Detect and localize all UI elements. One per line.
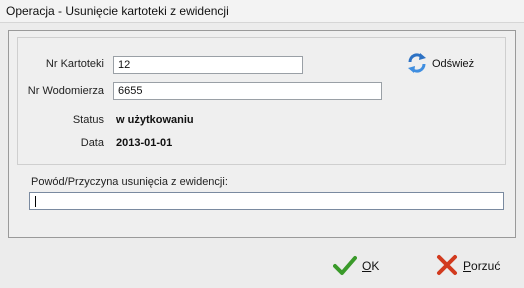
status-value: w użytkowaniu	[116, 114, 194, 126]
nr-wodomierza-field[interactable]: 6655	[113, 82, 382, 100]
check-icon	[333, 254, 357, 279]
cancel-label: Porzuć	[463, 259, 500, 273]
window-titlebar: Operacja - Usunięcie kartoteki z ewidenc…	[0, 0, 524, 23]
ok-mnemonic: O	[362, 259, 372, 273]
data-label: Data	[80, 137, 104, 149]
cancel-label-rest: orzuć	[471, 259, 501, 273]
cancel-button[interactable]: Porzuć	[436, 253, 500, 279]
cancel-mnemonic: P	[463, 259, 472, 273]
status-label: Status	[72, 114, 104, 126]
cross-icon	[436, 254, 458, 279]
refresh-icon	[406, 52, 428, 77]
refresh-button[interactable]: Odśwież	[406, 52, 486, 76]
ok-label-rest: K	[371, 259, 380, 273]
refresh-label: Odśwież	[432, 58, 475, 70]
reason-label: Powód/Przyczyna usunięcia z ewidencji:	[31, 176, 228, 188]
ok-label: OK	[362, 259, 379, 273]
data-value: 2013-01-01	[116, 137, 173, 149]
nr-kartoteki-label: Nr Kartoteki	[45, 58, 104, 70]
nr-wodomierza-label: Nr Wodomierza	[27, 85, 104, 97]
text-caret	[35, 196, 36, 207]
ok-button[interactable]: OK	[333, 253, 379, 279]
reason-field[interactable]	[29, 192, 504, 210]
window-title: Operacja - Usunięcie kartoteki z ewidenc…	[6, 4, 229, 18]
nr-kartoteki-field[interactable]: 12	[113, 56, 303, 74]
